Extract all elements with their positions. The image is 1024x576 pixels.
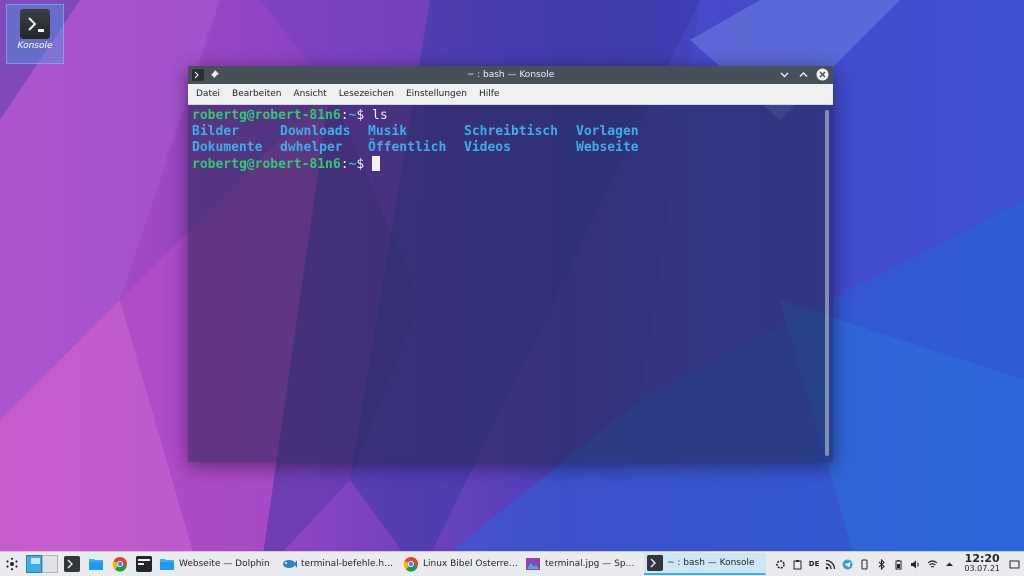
launcher-konsole[interactable] (60, 553, 84, 575)
ls-entry: Downloads (280, 124, 351, 139)
menubar: Datei Bearbeiten Ansicht Lesezeichen Ein… (188, 84, 833, 105)
command-text: ls (364, 108, 388, 123)
task-chrome[interactable]: Linux Bibel Österreic... (400, 553, 522, 575)
chrome-icon (112, 557, 127, 572)
terminal-cursor (372, 156, 381, 171)
folder-icon (160, 559, 174, 570)
task-label: Webseite — Dolphin (179, 559, 270, 569)
prompt-user: robertg@robert-81n6 (192, 157, 341, 172)
ls-entry: Videos (464, 140, 511, 155)
menu-hilfe[interactable]: Hilfe (473, 89, 505, 99)
ls-entry: Schreibtisch (464, 124, 558, 139)
prompt-suffix: $ (356, 157, 365, 172)
settings-icon[interactable] (775, 559, 786, 570)
application-launcher[interactable] (0, 553, 24, 575)
launcher-chrome[interactable] (108, 553, 132, 575)
maximize-button[interactable] (797, 68, 810, 81)
bluefish-icon (283, 560, 297, 568)
system-tray: DE 12:20 03.07.21 (775, 552, 1024, 574)
task-label: terminal.jpg — Spect... (545, 559, 640, 569)
konsole-icon (20, 9, 50, 39)
konsole-icon (647, 555, 663, 571)
terminal-line-prompt: robertg@robert-81n6:~$ (192, 156, 829, 172)
ls-entry: Dokumente (192, 140, 263, 155)
menu-datei[interactable]: Datei (190, 89, 226, 99)
menu-bearbeiten[interactable]: Bearbeiten (226, 89, 287, 99)
desktop-icon-label: Konsole (17, 41, 53, 51)
wifi-icon[interactable] (927, 559, 938, 570)
prompt-colon: : (340, 108, 349, 123)
ls-entry: Öffentlich (368, 140, 447, 155)
device-icon[interactable] (859, 559, 870, 570)
window-titlebar[interactable]: ~ : bash — Konsole (188, 66, 833, 84)
taskbar: Webseite — Dolphin terminal-befehle.htm.… (0, 551, 1024, 576)
folder-icon (89, 559, 103, 570)
keyboard-layout[interactable]: DE (809, 560, 820, 568)
close-button[interactable] (816, 68, 829, 81)
prompt-colon: : (340, 157, 349, 172)
ls-entry: Bilder (192, 124, 239, 139)
menu-einstellungen[interactable]: Einstellungen (400, 89, 473, 99)
bluetooth-icon[interactable] (876, 558, 887, 570)
desktop-icon-konsole[interactable]: Konsole (6, 4, 64, 64)
rss-icon[interactable] (825, 559, 836, 570)
menu-lesezeichen[interactable]: Lesezeichen (333, 89, 400, 99)
clipboard-icon[interactable] (792, 559, 803, 570)
task-label: ~ : bash — Konsole (667, 558, 755, 568)
prompt-user: robertg@robert-81n6 (192, 108, 341, 123)
minimize-button[interactable] (778, 68, 791, 81)
task-dolphin[interactable]: Webseite — Dolphin (156, 553, 278, 575)
konsole-window[interactable]: ~ : bash — Konsole Datei Bearbeiten Ansi… (188, 66, 833, 462)
expand-tray-icon[interactable] (944, 559, 955, 570)
pager-icon (26, 555, 58, 573)
digital-clock[interactable]: 12:20 03.07.21 (961, 552, 1003, 574)
battery-icon[interactable] (893, 559, 904, 570)
image-icon (526, 558, 540, 570)
terminal-icon (136, 556, 152, 572)
clock-time: 12:20 (964, 552, 1000, 565)
launcher-dolphin[interactable] (84, 553, 108, 575)
terminal-area[interactable]: robertg@robert-81n6:~$ ls Bilder Download… (188, 105, 833, 462)
volume-icon[interactable] (910, 559, 921, 570)
task-label: Linux Bibel Österreic... (423, 559, 518, 569)
show-desktop-icon[interactable] (1009, 559, 1020, 570)
ls-output-row: Bilder Downloads Musik Schreibtisch Vorlagen (192, 124, 829, 140)
ls-entry: dwhelper (280, 140, 343, 155)
task-spectacle[interactable]: terminal.jpg — Spect... (522, 553, 644, 575)
ls-output-row: Dokumente dwhelper Öffentlich Videos Webseit… (192, 140, 829, 156)
ls-entry: Webseite (576, 140, 639, 155)
konsole-icon (64, 556, 80, 572)
task-konsole[interactable]: ~ : bash — Konsole (644, 553, 766, 575)
ls-entry: Musik (368, 124, 408, 139)
menu-ansicht[interactable]: Ansicht (287, 89, 332, 99)
launcher-terminal[interactable] (132, 553, 156, 575)
clock-date: 03.07.21 (964, 564, 1000, 573)
window-title: ~ : bash — Konsole (466, 70, 555, 80)
task-label: terminal-befehle.htm... (301, 559, 396, 569)
virtual-desktop-pager[interactable] (24, 553, 60, 575)
launcher-icon (6, 557, 18, 571)
ls-entry: Vorlagen (576, 124, 639, 139)
terminal-line-1: robertg@robert-81n6:~$ ls (192, 108, 829, 124)
telegram-icon[interactable] (842, 559, 853, 570)
chrome-icon (403, 557, 418, 572)
terminal-scrollbar[interactable] (825, 110, 829, 456)
task-bluefish[interactable]: terminal-befehle.htm... (278, 553, 400, 575)
